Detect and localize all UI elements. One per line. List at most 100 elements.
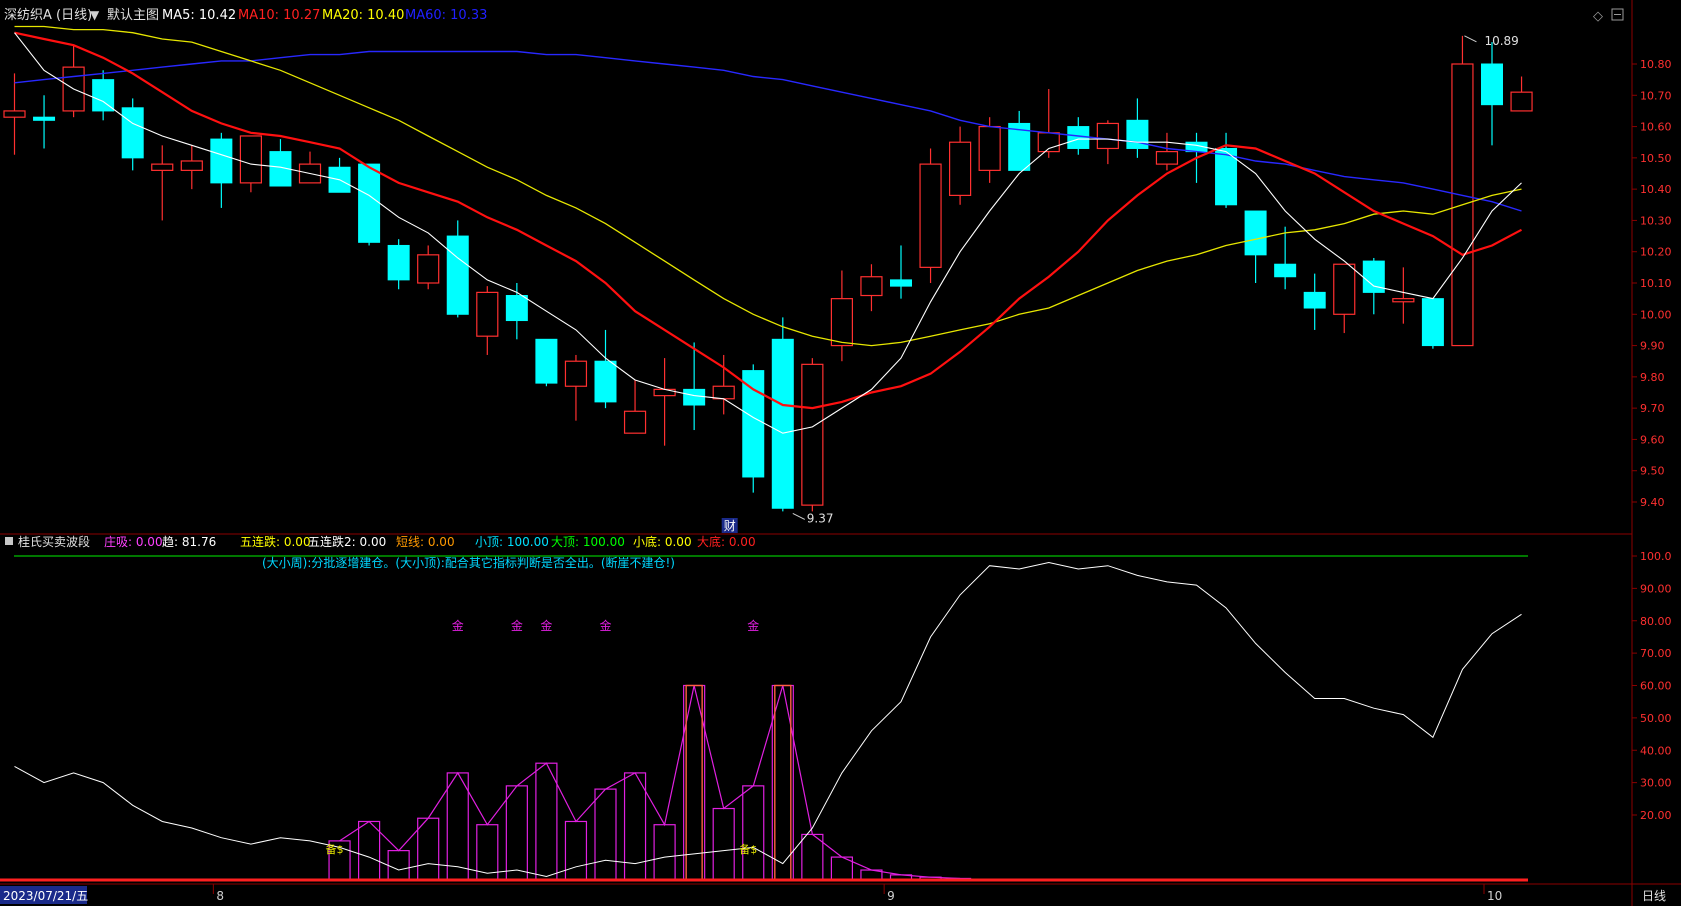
indicator-note: (大小周):分批逐增建仓。(大小顶):配合其它指标判断是否全出。(断崖不建仓!) (262, 555, 675, 570)
price-tick-label: 9.90 (1640, 340, 1665, 353)
month-label: 9 (887, 889, 895, 903)
bei-marker: 备$ (326, 842, 344, 856)
indicator-name[interactable]: 桂氏买卖波段 (18, 534, 90, 549)
price-tick-label: 10.60 (1640, 121, 1672, 134)
candle-body-up (830, 298, 854, 347)
candle (358, 163, 381, 246)
low-price-label: 9.37 (807, 511, 834, 525)
month-label: 8 (216, 889, 224, 903)
price-tick-label: 10.70 (1640, 89, 1672, 102)
indicator-value-1: 趋: 81.76 (162, 535, 216, 549)
candle-body-down (535, 338, 558, 384)
jin-marker: 金 (452, 618, 464, 633)
candle-body-up (1510, 91, 1533, 112)
candle-body-down (771, 338, 794, 509)
candle-body-up (180, 160, 203, 171)
jin-marker: 金 (511, 618, 523, 633)
candle-body-down (1421, 298, 1444, 347)
candle-body-up (564, 360, 588, 387)
candle-body-up (417, 254, 440, 284)
month-label: 10 (1487, 889, 1502, 903)
stock-chart[interactable]: 10.80 10.70 10.60 10.50 10.40 10.30 10.20 10.10… (0, 0, 1681, 906)
price-tick-label: 10.80 (1640, 58, 1672, 71)
indicator-value-6: 大顶: 100.00 (551, 535, 625, 549)
candle-body-up (919, 163, 942, 268)
candle-body-down (33, 116, 56, 121)
candle-body-down (505, 295, 528, 322)
indicator-value-7: 小底: 0.00 (633, 534, 692, 549)
indicator-value-8: 大底: 0.00 (697, 534, 756, 549)
indicator-tick-label: 100.0 (1640, 550, 1672, 563)
indicator-tick-label: 50.00 (1640, 712, 1672, 725)
price-tick-label: 9.60 (1640, 433, 1665, 446)
candle-body-up (151, 163, 174, 171)
candle (535, 338, 558, 387)
candle-body-down (358, 163, 381, 243)
price-tick-label: 10.50 (1640, 152, 1672, 165)
price-tick-label: 9.50 (1640, 465, 1665, 478)
stock-title[interactable]: 深纺织A (日线) (4, 8, 92, 23)
candle-body-up (978, 125, 1001, 171)
candle-body-down (890, 279, 912, 287)
candle-body-up (1155, 151, 1179, 165)
jin-marker: 金 (600, 618, 612, 633)
candle-body-up (948, 141, 972, 196)
candle (1451, 35, 1474, 347)
indicator-value-4: 短线: 0.00 (396, 535, 455, 549)
jin-marker: 金 (540, 618, 552, 633)
candle-body-up (623, 410, 647, 434)
price-tick-label: 10.10 (1640, 277, 1672, 290)
price-tick-label: 10.00 (1640, 308, 1672, 321)
ma5-label: MA5: 10.42 (162, 8, 236, 23)
candle-body-up (712, 385, 735, 400)
candle-body-up (476, 291, 499, 337)
candle-body-up (801, 363, 824, 506)
indicator-value-2: 五连跌: 0.00 (240, 534, 311, 549)
candle (801, 358, 824, 512)
indicator-tick-label: 80.00 (1640, 615, 1672, 628)
price-tick-label: 10.20 (1640, 246, 1672, 259)
price-tick-label: 10.40 (1640, 183, 1672, 196)
candle-body-down (121, 107, 144, 159)
candle-body-down (446, 235, 469, 315)
candle (919, 148, 942, 283)
indicator-tick-label: 30.00 (1640, 777, 1672, 790)
jin-marker: 金 (747, 618, 759, 633)
candle-body-down (210, 138, 233, 184)
date-box-label: 2023/07/21/五 (3, 889, 88, 903)
price-tick-label: 9.70 (1640, 402, 1665, 415)
period-label[interactable]: 日线 (1642, 889, 1666, 903)
indicator-value-5: 小顶: 100.00 (475, 535, 549, 549)
candle-body-up (1333, 263, 1356, 315)
price-tick-label: 9.40 (1640, 496, 1665, 509)
indicator-toggle-icon[interactable] (5, 537, 13, 545)
candle-body-down (594, 360, 617, 403)
candle (1421, 298, 1444, 349)
template-label[interactable]: 默认主图 (107, 7, 159, 23)
candle-body-down (742, 370, 765, 478)
candle-body-down (1481, 63, 1503, 106)
high-price-label: 10.89 (1484, 34, 1518, 48)
cai-label: 财 (724, 519, 736, 533)
candle-body-down (1274, 263, 1297, 278)
candle-body-up (653, 388, 676, 397)
price-tick-label: 10.30 (1640, 214, 1672, 227)
indicator-tick-label: 70.00 (1640, 647, 1672, 660)
candle-body-up (860, 276, 883, 297)
candle-body-up (1096, 122, 1119, 150)
price-tick-label: 9.80 (1640, 371, 1665, 384)
indicator-tick-label: 60.00 (1640, 680, 1672, 693)
indicator-tick-label: 90.00 (1640, 582, 1672, 595)
indicator-tick-label: 40.00 (1640, 744, 1672, 757)
candle-body-down (1303, 291, 1326, 309)
diamond-icon[interactable]: ◇ (1593, 9, 1603, 24)
candle-body-down (683, 388, 706, 406)
candle-body-down (1067, 126, 1090, 149)
ma60-label: MA60: 10.33 (405, 8, 487, 23)
indicator-value-3: 五连跌2: 0.00 (308, 534, 386, 549)
candle-body-up (1392, 298, 1415, 303)
ma10-label: MA10: 10.27 (238, 8, 320, 23)
template-icon[interactable]: ▼ (90, 8, 100, 22)
indicator-tick-label: 20.00 (1640, 809, 1672, 822)
candle-body-up (239, 135, 262, 184)
